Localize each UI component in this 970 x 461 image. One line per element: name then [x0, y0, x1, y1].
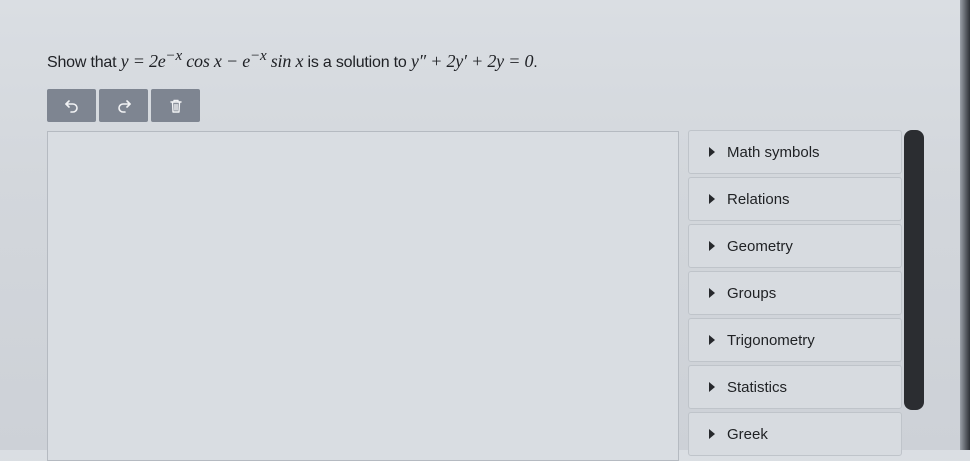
answer-editor[interactable]	[47, 131, 679, 461]
caret-right-icon	[709, 429, 715, 439]
palette-item-label: Relations	[727, 190, 790, 208]
undo-button[interactable]	[47, 89, 96, 122]
caret-right-icon	[709, 241, 715, 251]
palette-item-label: Trigonometry	[727, 331, 815, 349]
ode-equation: y″ + 2y′ + 2y = 0	[410, 51, 534, 71]
equation-y: y = 2e−x cos x − e−x sin x	[120, 48, 304, 71]
trash-icon	[169, 99, 182, 113]
palette-item-label: Statistics	[727, 378, 788, 396]
editor-toolbar	[47, 89, 200, 122]
question-middle: is a solution to	[303, 54, 411, 71]
palette-scrollbar[interactable]	[904, 130, 924, 410]
delete-button[interactable]	[151, 89, 200, 122]
question-suffix: .	[533, 54, 538, 71]
caret-right-icon	[709, 335, 715, 345]
palette-item-label: Groups	[727, 284, 777, 302]
symbol-palette: Math symbols Relations Geometry Groups T…	[688, 130, 902, 460]
redo-icon	[117, 99, 131, 113]
caret-right-icon	[709, 382, 715, 392]
redo-button[interactable]	[99, 89, 148, 122]
caret-right-icon	[709, 147, 715, 157]
caret-right-icon	[709, 194, 715, 204]
palette-item-trigonometry[interactable]: Trigonometry	[688, 318, 902, 362]
caret-right-icon	[709, 288, 715, 298]
palette-item-math-symbols[interactable]: Math symbols	[688, 130, 902, 174]
undo-icon	[64, 99, 78, 113]
palette-item-label: Greek	[727, 425, 768, 443]
scrollbar-thumb[interactable]	[904, 130, 924, 410]
palette-item-label: Math symbols	[727, 143, 820, 161]
palette-item-geometry[interactable]: Geometry	[688, 224, 902, 268]
palette-item-label: Geometry	[727, 237, 793, 255]
palette-item-relations[interactable]: Relations	[688, 177, 902, 221]
palette-item-groups[interactable]: Groups	[688, 271, 902, 315]
question-text: Show that y = 2e−x cos x − e−x sin x is …	[47, 48, 538, 72]
question-prefix: Show that	[47, 54, 121, 71]
palette-item-statistics[interactable]: Statistics	[688, 365, 902, 409]
screen-edge	[960, 0, 970, 450]
palette-item-greek[interactable]: Greek	[688, 412, 902, 456]
